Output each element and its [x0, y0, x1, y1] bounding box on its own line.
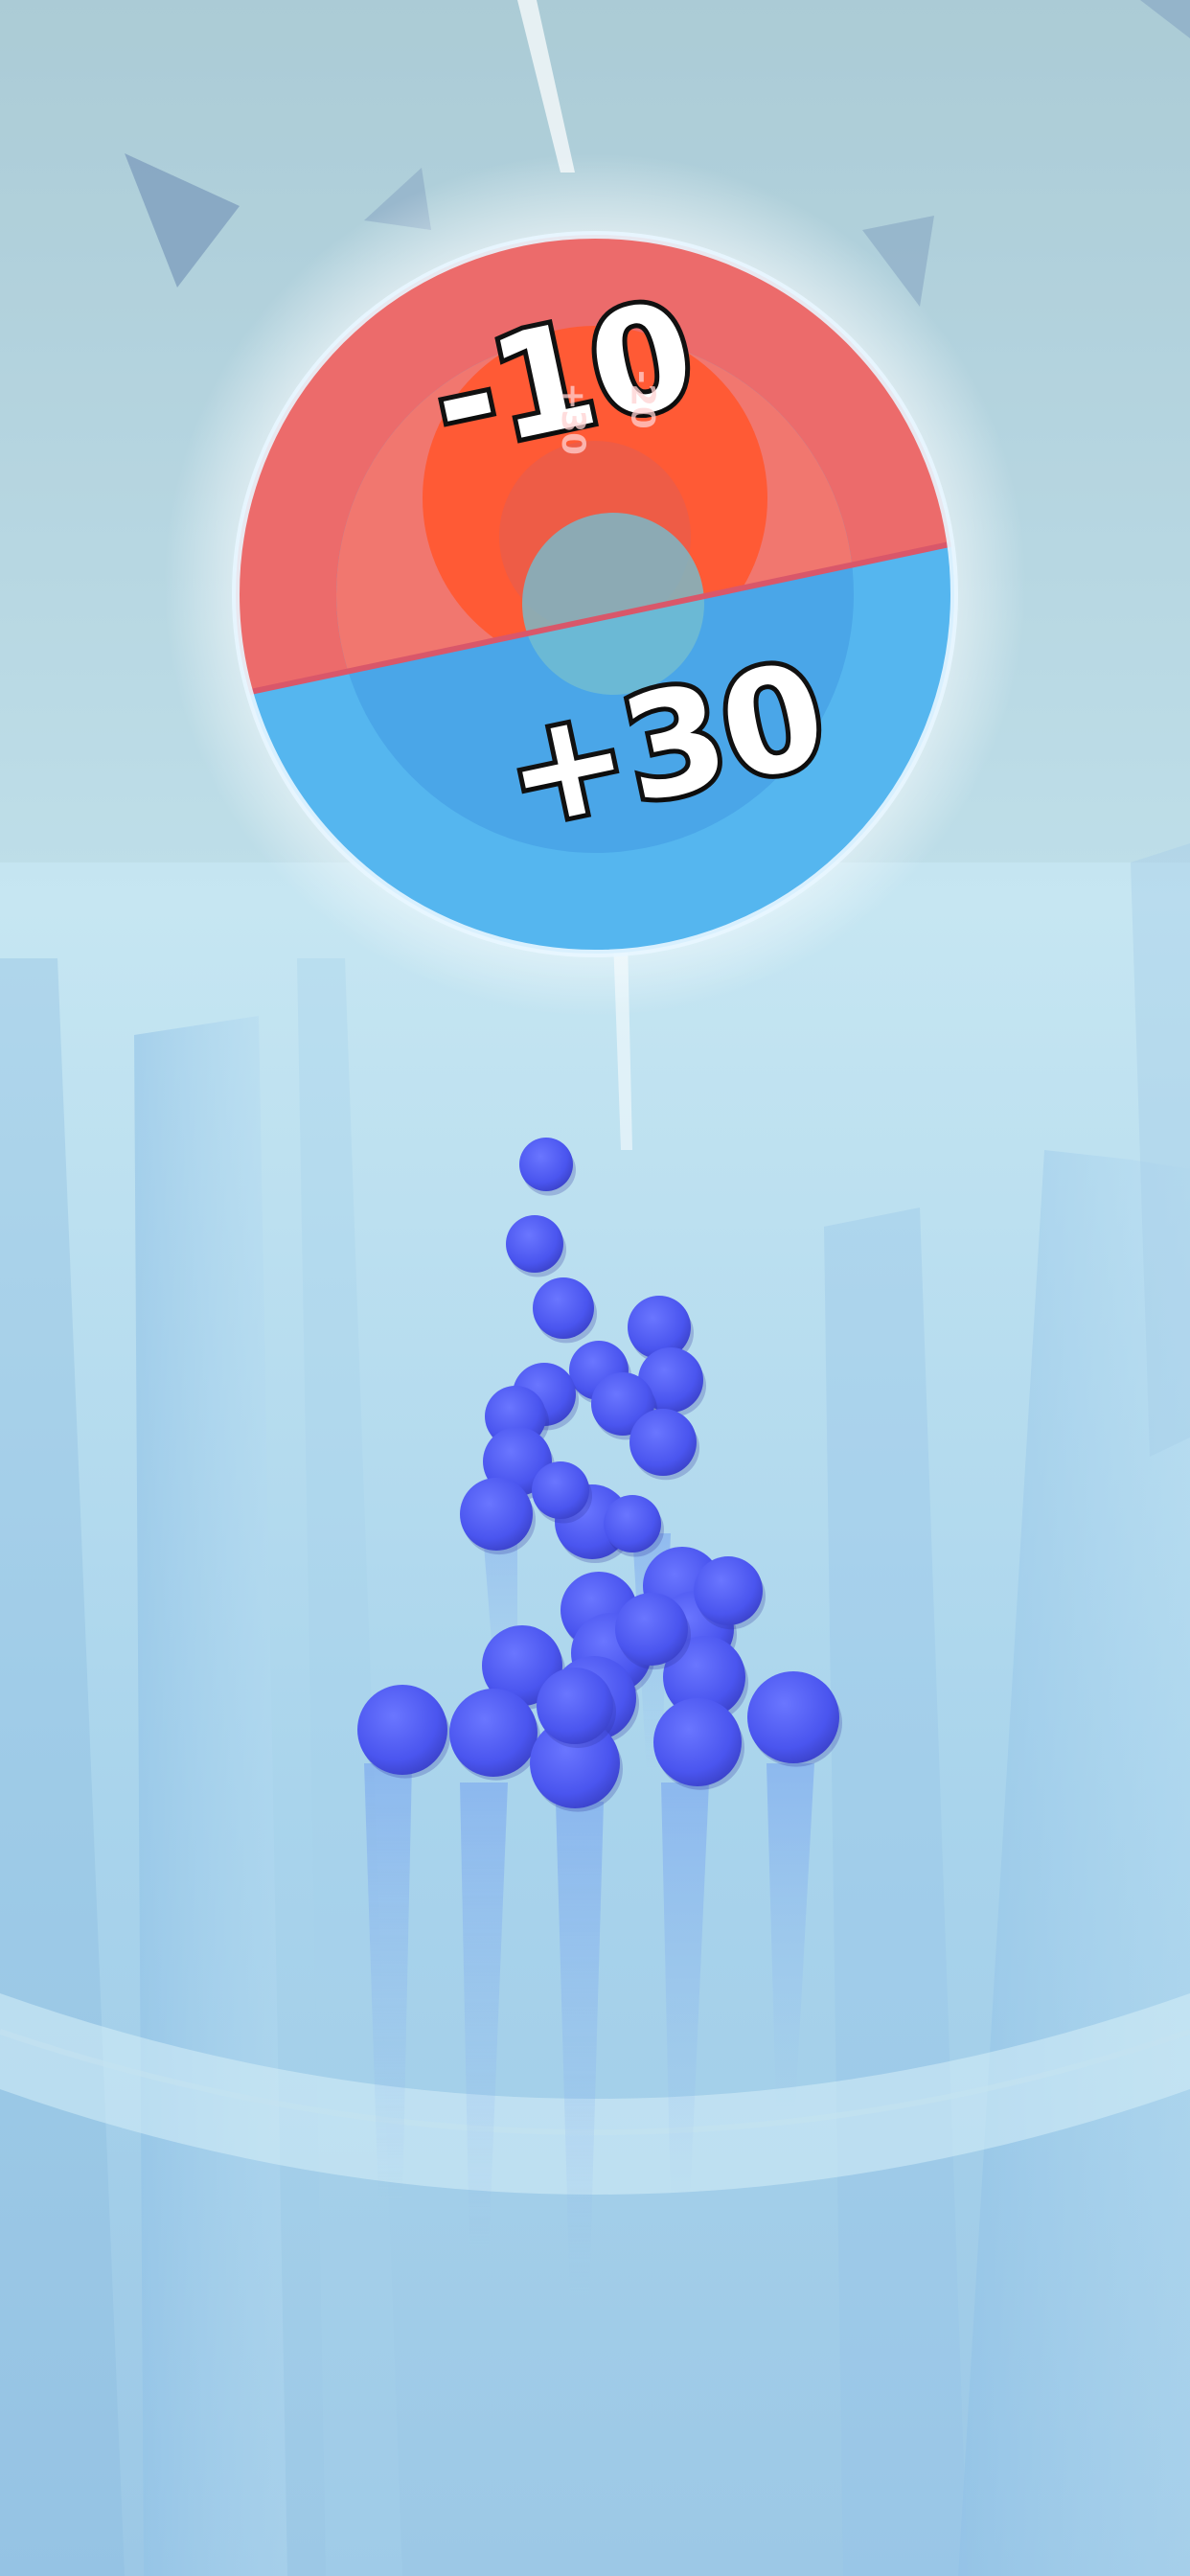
player-ball [629, 1409, 697, 1476]
player-ball [519, 1138, 573, 1191]
player-ball [537, 1668, 613, 1744]
game-scene[interactable]: -10 +30 -20 +30 [0, 0, 1190, 2576]
player-ball [357, 1685, 447, 1775]
player-ball [533, 1277, 594, 1339]
player-ball [604, 1495, 661, 1552]
player-ball [615, 1593, 688, 1666]
gate-inner-negative-value: -20 [623, 370, 662, 429]
gate-inner-positive-value: +30 [553, 382, 592, 455]
player-ball [449, 1689, 538, 1777]
player-ball [747, 1671, 839, 1763]
player-ball [653, 1698, 742, 1786]
player-ball [460, 1478, 533, 1551]
player-ball [506, 1215, 563, 1273]
player-ball [532, 1461, 589, 1519]
player-ball [694, 1556, 763, 1625]
